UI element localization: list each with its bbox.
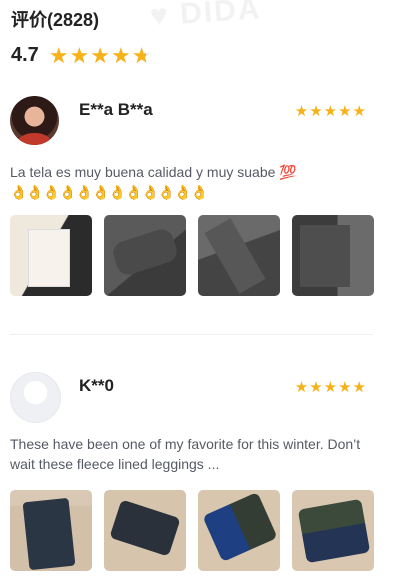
review-divider xyxy=(10,334,373,335)
review-stars: ★ ★ ★ ★ ★ xyxy=(295,104,366,119)
background-watermark: ♥ DIDA xyxy=(148,0,263,33)
star-icon: ★ xyxy=(309,379,323,396)
review-photos xyxy=(10,490,374,571)
star-icon: ★ xyxy=(111,42,131,68)
review-emoji-line: 👌👌👌👌👌👌👌👌👌👌👌👌 xyxy=(10,184,208,200)
star-icon: ★ xyxy=(338,103,352,120)
star-icon: ★ xyxy=(294,379,309,396)
star-icon: ★ xyxy=(352,379,366,396)
review-text[interactable]: These have been one of my favorite for t… xyxy=(10,434,372,474)
star-icon: ★ xyxy=(48,42,69,68)
review-photo[interactable] xyxy=(104,215,186,296)
review-photo[interactable] xyxy=(292,215,374,296)
star-icon: ★ xyxy=(69,42,90,68)
review-photos xyxy=(10,215,374,296)
rating-summary: 4.7 ★ ★ ★ ★ ★ xyxy=(11,44,151,67)
review-photo[interactable] xyxy=(198,215,280,296)
star-icon: ★ xyxy=(352,103,366,120)
review-text-body: La tela es muy buena calidad y muy suabe… xyxy=(10,164,297,180)
review-photo[interactable] xyxy=(104,490,186,571)
review-username: K**0 xyxy=(79,376,114,395)
review-photo[interactable] xyxy=(10,215,92,296)
user-avatar[interactable] xyxy=(10,96,59,145)
average-rating-stars: ★ ★ ★ ★ ★ xyxy=(48,42,152,68)
star-icon: ★ xyxy=(309,103,323,120)
reviews-title: 评价(2828) xyxy=(11,10,100,30)
review-photo[interactable] xyxy=(198,490,280,571)
review-photo[interactable] xyxy=(292,490,374,571)
review-stars: ★ ★ ★ ★ ★ xyxy=(295,380,366,395)
star-icon: ★ xyxy=(323,379,338,396)
user-avatar[interactable] xyxy=(10,372,61,423)
partial-star-icon: ★ xyxy=(131,42,152,68)
star-icon: ★ xyxy=(323,103,338,120)
review-photo[interactable] xyxy=(10,490,92,571)
review-text[interactable]: La tela es muy buena calidad y muy suabe… xyxy=(10,162,372,202)
star-icon: ★ xyxy=(338,379,352,396)
review-username: E**a B**a xyxy=(79,100,153,119)
star-icon: ★ xyxy=(90,42,111,68)
reviews-header: 评价(2828) xyxy=(11,6,99,32)
star-icon: ★ xyxy=(294,103,309,120)
average-rating: 4.7 xyxy=(11,44,39,66)
